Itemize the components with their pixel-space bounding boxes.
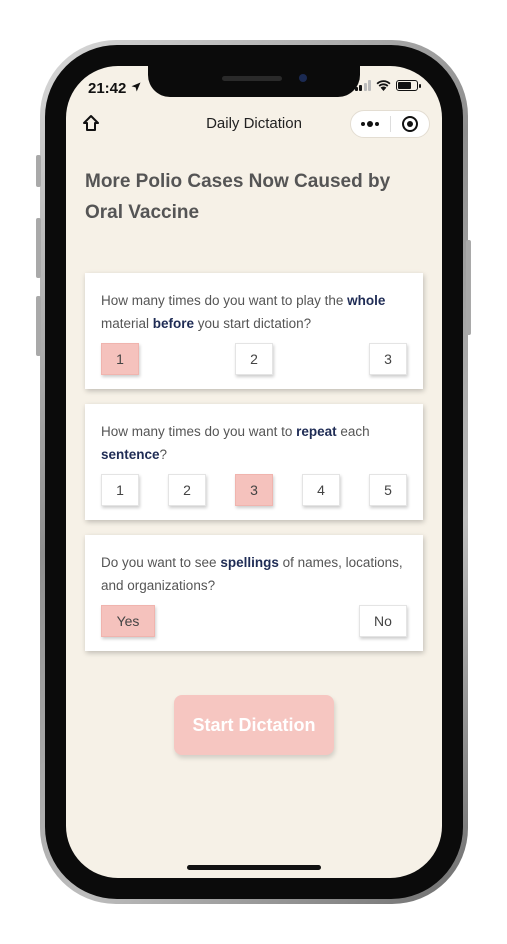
option-repeat-3[interactable]: 3 [235, 474, 273, 506]
question-text-part: you start dictation? [194, 316, 312, 331]
close-button[interactable] [391, 111, 430, 137]
question-keyword: spellings [220, 555, 279, 570]
question-text: How many times do you want to repeat eac… [101, 420, 407, 466]
question-card-spellings: Do you want to see spellings of names, l… [85, 535, 423, 651]
battery-icon [396, 80, 421, 91]
mute-switch [36, 155, 41, 187]
option-group: 1 2 3 [101, 343, 407, 375]
question-text: Do you want to see spellings of names, l… [101, 551, 407, 597]
notch [148, 66, 360, 97]
start-dictation-button[interactable]: Start Dictation [174, 695, 334, 755]
question-text-part: Do you want to see [101, 555, 221, 570]
cellular-signal-icon [354, 80, 371, 91]
home-indicator [187, 865, 321, 870]
option-repeat-5[interactable]: 5 [369, 474, 407, 506]
status-time: 21:42 [88, 80, 141, 97]
more-dots-icon [361, 121, 380, 127]
target-circle-icon [401, 116, 418, 132]
volume-up-button [36, 218, 41, 278]
question-keyword: before [152, 316, 195, 331]
status-time-text: 21:42 [88, 80, 127, 97]
more-button[interactable] [351, 111, 390, 137]
option-repeat-1[interactable]: 1 [101, 474, 139, 506]
option-repeat-4[interactable]: 4 [302, 474, 340, 506]
option-spellings-yes[interactable]: Yes [101, 605, 155, 637]
question-keyword: whole [347, 293, 386, 308]
location-arrow-icon [131, 82, 141, 92]
option-repeat-2[interactable]: 2 [168, 474, 206, 506]
front-camera [299, 74, 307, 82]
article-title: More Polio Cases Now Caused by Oral Vacc… [85, 171, 391, 223]
phone-screen: 21:42 Daily Dictation More Polio Cases N… [66, 66, 442, 878]
question-text-part: How many times do you want to [101, 424, 297, 439]
question-card-play-count: How many times do you want to play the w… [85, 273, 423, 389]
option-play-2[interactable]: 2 [235, 343, 273, 375]
option-spellings-no[interactable]: No [359, 605, 407, 637]
wifi-icon [376, 80, 391, 91]
question-text-part: material [101, 316, 153, 331]
power-button [466, 240, 471, 335]
mini-program-capsule [350, 110, 430, 138]
volume-down-button [36, 296, 41, 356]
question-text-part: each [336, 424, 370, 439]
option-play-3[interactable]: 3 [369, 343, 407, 375]
speaker-grille [222, 76, 282, 81]
option-play-1[interactable]: 1 [101, 343, 139, 375]
question-keyword: repeat [296, 424, 337, 439]
question-keyword: sentence [101, 447, 160, 462]
status-indicators [354, 80, 421, 91]
option-group: 1 2 3 4 5 [101, 474, 407, 506]
option-group: Yes No [101, 605, 407, 637]
question-text-part: ? [159, 447, 168, 462]
question-text: How many times do you want to play the w… [101, 289, 407, 335]
question-card-repeat-count: How many times do you want to repeat eac… [85, 404, 423, 520]
question-text-part: How many times do you want to play the [101, 293, 348, 308]
